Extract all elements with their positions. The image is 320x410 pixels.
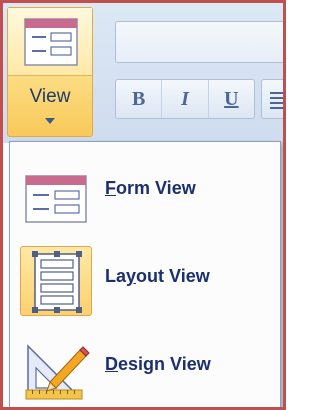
menu-item-design-view[interactable]: Design View — [10, 322, 280, 407]
chevron-down-icon[interactable] — [45, 118, 55, 124]
label-rest: out View — [136, 266, 210, 286]
design-view-icon-box — [20, 334, 92, 404]
menu-item-label[interactable]: Design View — [105, 354, 211, 375]
menu-item-form-view[interactable]: Form View — [10, 146, 280, 234]
bold-icon: B — [131, 87, 146, 110]
view-button[interactable]: View — [7, 7, 93, 137]
form-view-icon — [25, 175, 87, 223]
underline-button[interactable]: U — [209, 80, 254, 118]
view-button-label[interactable]: View — [8, 86, 92, 108]
view-dropdown-menu: Form View Layout View Design View — [9, 141, 281, 407]
format-button-group: B I U — [115, 79, 255, 119]
view-button-icon-area[interactable] — [8, 8, 92, 76]
label-rest: orm View — [116, 178, 196, 198]
ribbon: View B I U — [3, 3, 283, 143]
menu-item-label[interactable]: Layout View — [105, 266, 210, 287]
menu-item-layout-view[interactable]: Layout View — [10, 234, 280, 322]
mnemonic-letter: y — [126, 266, 137, 286]
label-pre: La — [105, 266, 127, 286]
screenshot-frame: View B I U Form View Layout View Design … — [0, 0, 286, 410]
label-rest: esign View — [118, 354, 211, 374]
form-view-icon-box — [20, 158, 92, 228]
italic-button[interactable]: I — [162, 80, 209, 118]
bold-button[interactable]: B — [116, 80, 163, 118]
mnemonic-letter: D — [105, 354, 118, 374]
align-button[interactable] — [261, 79, 283, 119]
design-view-icon — [25, 344, 90, 400]
mnemonic-letter: F — [105, 178, 116, 198]
layout-view-icon-box — [20, 246, 92, 316]
align-left-icon — [270, 92, 283, 109]
layout-view-icon — [32, 251, 82, 313]
ribbon-background-strip — [281, 141, 283, 407]
italic-icon: I — [181, 87, 189, 110]
underline-icon: U — [224, 87, 239, 110]
form-view-icon — [24, 18, 78, 66]
menu-item-label[interactable]: Form View — [105, 178, 196, 199]
font-name-box[interactable] — [115, 21, 283, 63]
